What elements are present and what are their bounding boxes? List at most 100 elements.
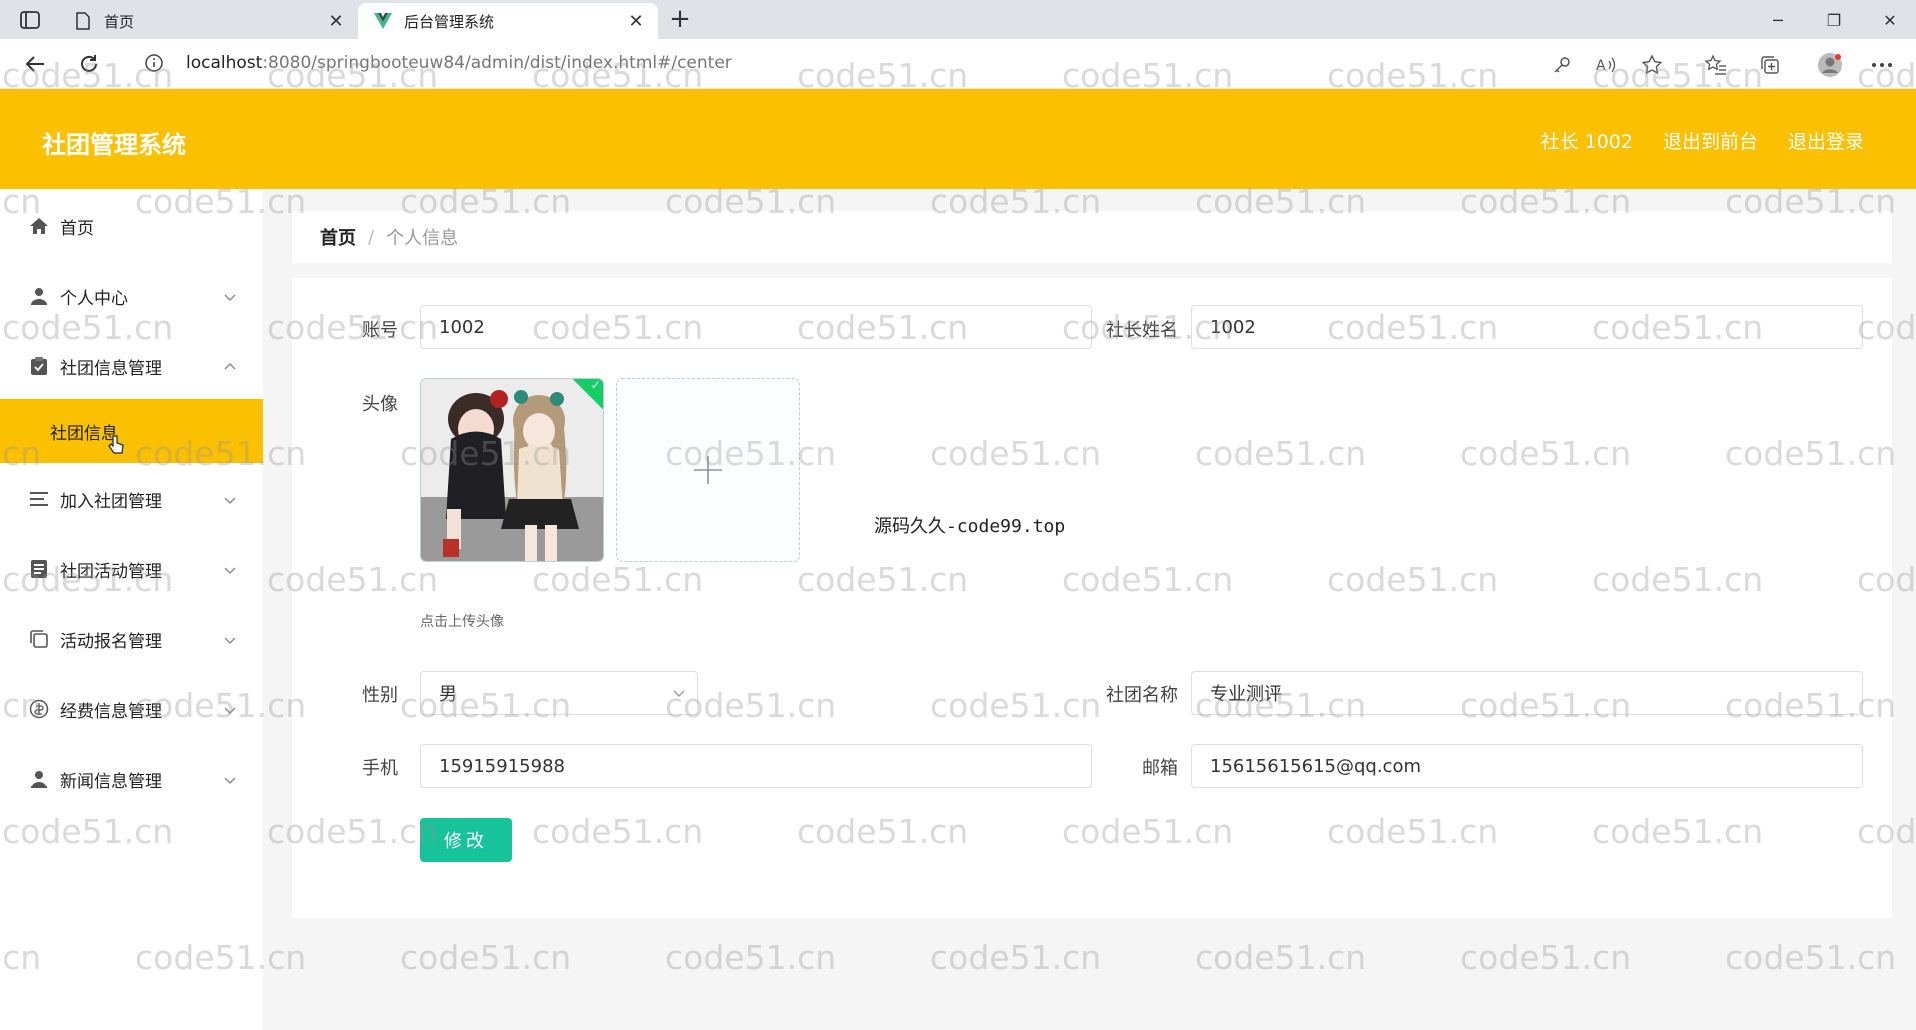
app-title: 社团管理系统	[42, 131, 186, 159]
chevron-down-icon	[223, 492, 237, 506]
upload-tip: 点击上传头像	[420, 614, 504, 630]
sidebar-item-label: 社团信息管理	[60, 358, 162, 379]
url-field[interactable]: localhost:8080/springbooteuw84/admin/dis…	[130, 45, 1680, 81]
leader-name-label: 社长姓名	[1106, 320, 1178, 341]
sidebar-item-join-club-management[interactable]: 加入社团管理	[0, 471, 263, 527]
breadcrumb-current: 个人信息	[386, 228, 459, 249]
club-name-label: 社团名称	[1106, 685, 1178, 706]
sidebar-item-club-activity-management[interactable]: 社团活动管理	[0, 541, 263, 597]
browser-tab-bar: 首页 ✕ 后台管理系统 ✕ + ─ ❐ ✕	[0, 0, 1916, 39]
favorites-list-icon[interactable]	[1702, 51, 1730, 79]
chevron-down-icon	[223, 772, 237, 786]
anime-avatar-illustration	[421, 379, 603, 561]
chevron-down-icon	[223, 632, 237, 646]
leader-name-value: 1002	[1210, 316, 1256, 338]
chevron-down-icon	[223, 702, 237, 716]
back-icon[interactable]	[20, 49, 50, 79]
gender-value: 男	[439, 684, 457, 705]
vue-logo-icon	[374, 12, 392, 30]
breadcrumb-separator: /	[368, 226, 375, 248]
sidebar-item-label: 社团活动管理	[60, 561, 162, 582]
email-field[interactable]: 15615615615@qq.com	[1191, 744, 1863, 788]
watermark-text: code51.cn	[1460, 938, 1632, 977]
account-field[interactable]: 1002	[420, 305, 1092, 349]
avatar-label: 头像	[362, 394, 398, 415]
close-icon[interactable]: ✕	[622, 7, 650, 35]
new-tab-icon[interactable]: +	[666, 6, 694, 34]
account-label: 账号	[362, 320, 398, 341]
sidebar-item-news-management[interactable]: 新闻信息管理	[0, 751, 263, 807]
sidebar-item-label: 首页	[60, 218, 94, 239]
close-icon[interactable]: ✕	[322, 7, 350, 35]
restore-icon[interactable]: ❐	[1814, 6, 1854, 34]
watermark-text: code51.cn	[1195, 938, 1367, 977]
collections-icon[interactable]	[1756, 51, 1784, 79]
submit-button[interactable]: 修改	[420, 818, 512, 862]
app-header: 社团管理系统 社长 1002 退出到前台 退出登录	[0, 89, 1916, 189]
watermark-text: code51.cn	[665, 938, 837, 977]
gender-label: 性别	[362, 685, 398, 706]
gender-select[interactable]: 男	[420, 671, 698, 715]
sidebar-item-label: 新闻信息管理	[60, 771, 162, 792]
hand-cursor-icon	[108, 435, 124, 454]
sidebar-item-club-info-management[interactable]: 社团信息管理	[0, 338, 263, 394]
header-links: 社长 1002 退出到前台 退出登录	[1541, 127, 1864, 154]
profile-avatar-icon[interactable]	[1816, 51, 1844, 79]
watermark-text: code51.cn	[400, 938, 572, 977]
browser-tab-title: 后台管理系统	[404, 12, 495, 31]
sidebar-menu: 首页 个人中心 社团信息管理 社团信息 加入社团管理 社团活动管理 活动报名管理…	[0, 189, 263, 1030]
breadcrumb-home[interactable]: 首页	[320, 224, 356, 250]
read-aloud-icon[interactable]: A	[1592, 51, 1620, 79]
window-close-icon[interactable]: ✕	[1870, 6, 1910, 34]
plus-icon	[694, 456, 722, 484]
phone-field[interactable]: 15915915988	[420, 744, 1092, 788]
browser-tab-admin[interactable]: 后台管理系统 ✕	[358, 3, 658, 39]
url-path: :8080/springbooteuw84/admin/dist/index.h…	[262, 53, 732, 73]
more-icon[interactable]	[1868, 51, 1896, 79]
chevron-down-icon	[223, 562, 237, 576]
email-value: 15615615615@qq.com	[1210, 755, 1421, 777]
phone-label: 手机	[362, 758, 398, 779]
clipboard-icon	[28, 355, 50, 377]
chevron-down-icon	[661, 686, 697, 700]
check-icon: ✓	[590, 378, 601, 393]
info-icon[interactable]	[144, 53, 164, 73]
key-icon[interactable]	[1548, 51, 1576, 79]
chevron-up-icon	[223, 359, 237, 373]
exit-to-front-link[interactable]: 退出到前台	[1663, 127, 1758, 154]
browser-tab-title: 首页	[104, 12, 135, 31]
sidebar-item-activity-signup-management[interactable]: 活动报名管理	[0, 611, 263, 667]
url-text: localhost:8080/springbooteuw84/admin/dis…	[186, 53, 732, 73]
list-icon	[28, 488, 50, 510]
favorite-star-icon[interactable]	[1638, 51, 1666, 79]
logout-link[interactable]: 退出登录	[1788, 127, 1864, 154]
leader-name-field[interactable]: 1002	[1191, 305, 1863, 349]
current-user-label: 社长 1002	[1540, 131, 1633, 153]
phone-value: 15915915988	[439, 755, 565, 777]
club-name-field[interactable]: 专业测评	[1191, 671, 1863, 715]
sidebar-item-funding-management[interactable]: 经费信息管理	[0, 681, 263, 737]
reload-icon[interactable]	[74, 49, 104, 79]
sidebar-item-label: 活动报名管理	[60, 631, 162, 652]
watermark-text: code51.cn	[1725, 938, 1897, 977]
money-icon	[28, 698, 50, 720]
sidebar-item-label: 经费信息管理	[60, 701, 162, 722]
source-note: 源码久久-code99.top	[874, 516, 1066, 537]
user-icon	[28, 285, 50, 307]
browser-tab-home[interactable]: 首页 ✕	[58, 3, 358, 39]
home-icon	[28, 215, 50, 237]
sidebar-item-label: 个人中心	[60, 288, 128, 309]
profile-form: 账号 1002 社长姓名 1002 头像 ✓ 源码久久-code99.top 点…	[292, 278, 1892, 918]
avatar-image[interactable]: ✓	[420, 378, 604, 562]
minimize-icon[interactable]: ─	[1758, 6, 1798, 34]
url-host: localhost	[186, 53, 263, 73]
sidebar-item-personal-center[interactable]: 个人中心	[0, 268, 263, 324]
email-label: 邮箱	[1142, 758, 1178, 779]
avatar-upload-button[interactable]	[616, 378, 800, 562]
sidebar-item-home[interactable]: 首页	[0, 198, 263, 254]
tab-actions-icon[interactable]	[18, 8, 42, 32]
sidebar-subitem-club-info[interactable]: 社团信息	[0, 399, 263, 463]
document-icon	[28, 558, 50, 580]
svg-text:A: A	[1596, 58, 1606, 74]
page-icon	[74, 12, 92, 30]
